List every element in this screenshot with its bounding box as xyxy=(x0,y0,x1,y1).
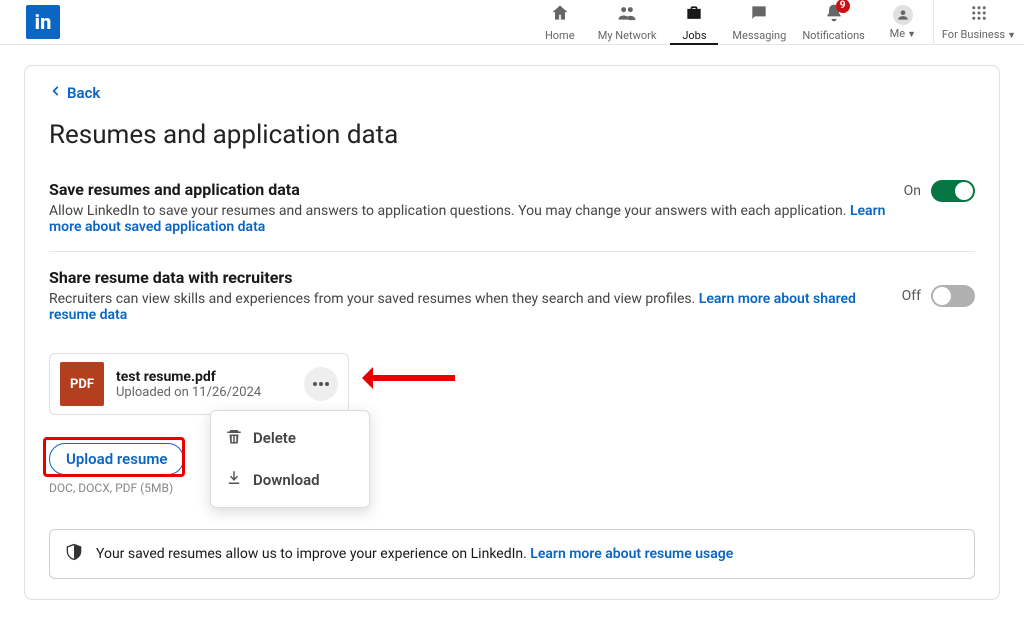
ellipsis-icon xyxy=(312,381,330,387)
nav-business[interactable]: For Business▼ xyxy=(934,0,1024,44)
info-banner: Your saved resumes allow us to improve y… xyxy=(49,529,975,579)
nav-label: Home xyxy=(545,29,575,42)
trash-icon xyxy=(225,427,243,449)
info-text: Your saved resumes allow us to improve y… xyxy=(96,546,733,562)
back-link[interactable]: Back xyxy=(49,84,975,102)
top-nav: in Home My Network Jobs Messaging xyxy=(0,0,1024,45)
nav-notifications[interactable]: 9 Notifications xyxy=(794,0,873,44)
nav-label: Jobs xyxy=(682,29,706,42)
nav-label: Me▼ xyxy=(890,27,916,40)
section-desc: Allow LinkedIn to save your resumes and … xyxy=(49,203,888,235)
resume-date: Uploaded on 11/26/2024 xyxy=(116,385,261,400)
grid-icon xyxy=(970,4,988,26)
nav-messaging[interactable]: Messaging xyxy=(724,0,794,44)
message-icon xyxy=(749,3,769,27)
people-icon xyxy=(617,3,637,27)
briefcase-icon xyxy=(684,3,704,27)
menu-label: Download xyxy=(253,471,320,489)
menu-delete[interactable]: Delete xyxy=(211,417,369,459)
settings-card: Back Resumes and application data Save r… xyxy=(24,65,1000,600)
bell-icon: 9 xyxy=(824,3,844,27)
linkedin-logo[interactable]: in xyxy=(26,5,60,39)
nav-label: Notifications xyxy=(802,29,865,42)
annotation-arrow xyxy=(365,372,455,382)
nav-jobs[interactable]: Jobs xyxy=(664,0,724,44)
section-desc: Recruiters can view skills and experienc… xyxy=(49,291,886,323)
nav-label: Messaging xyxy=(732,29,786,42)
back-label: Back xyxy=(67,84,100,102)
section-title: Save resumes and application data xyxy=(49,180,888,199)
home-icon xyxy=(550,3,570,27)
section-share-recruiters: Share resume data with recruiters Recrui… xyxy=(49,251,975,511)
download-icon xyxy=(225,469,243,491)
nav-network[interactable]: My Network xyxy=(590,0,665,44)
toggle-label: Off xyxy=(902,288,921,304)
upload-resume-button[interactable]: Upload resume xyxy=(49,443,184,475)
menu-label: Delete xyxy=(253,429,296,447)
chevron-down-icon: ▼ xyxy=(907,30,916,40)
menu-download[interactable]: Download xyxy=(211,459,369,501)
resume-filename: test resume.pdf xyxy=(116,369,261,385)
section-save-resumes: Save resumes and application data Allow … xyxy=(49,176,975,251)
nav-me[interactable]: Me▼ xyxy=(873,0,933,44)
page-title: Resumes and application data xyxy=(49,120,975,150)
chevron-left-icon xyxy=(49,84,63,102)
pdf-icon: PDF xyxy=(60,362,104,406)
nav-label: For Business▼ xyxy=(942,28,1016,41)
badge: 9 xyxy=(836,0,850,13)
toggle-save-resumes[interactable] xyxy=(931,180,975,202)
upload-hint: DOC, DOCX, PDF (5MB) xyxy=(49,481,184,495)
resume-options-menu: Delete Download xyxy=(210,410,370,508)
toggle-label: On xyxy=(904,183,921,199)
learn-more-link[interactable]: Learn more about resume usage xyxy=(530,546,733,562)
shield-icon xyxy=(64,542,84,566)
avatar-icon xyxy=(893,5,913,25)
chevron-down-icon: ▼ xyxy=(1007,31,1016,41)
more-options-button[interactable] xyxy=(304,367,338,401)
section-title: Share resume data with recruiters xyxy=(49,268,886,287)
nav-label: My Network xyxy=(598,29,657,42)
nav-home[interactable]: Home xyxy=(530,0,590,44)
resume-card: PDF test resume.pdf Uploaded on 11/26/20… xyxy=(49,353,349,415)
toggle-share-recruiters[interactable] xyxy=(931,285,975,307)
